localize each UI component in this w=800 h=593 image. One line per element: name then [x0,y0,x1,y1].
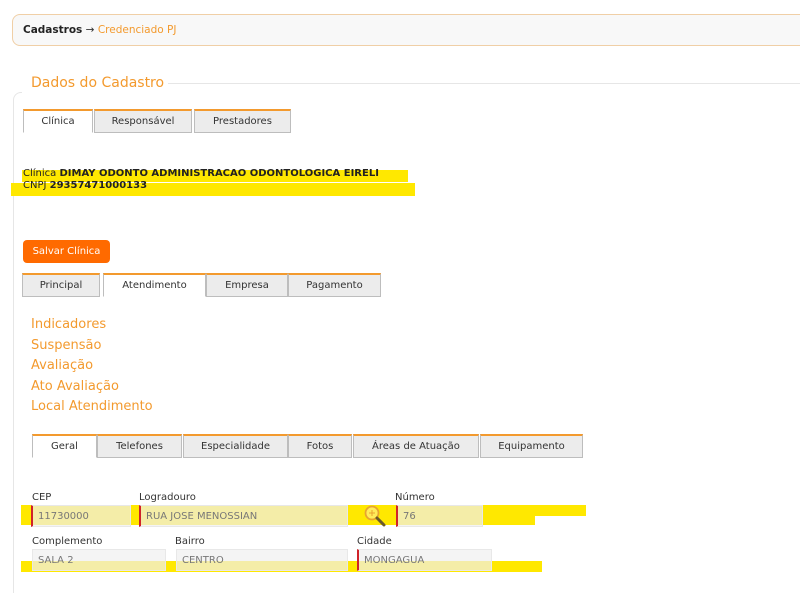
logradouro-label: Logradouro [139,492,196,503]
logradouro-input[interactable]: RUA JOSE MENOSSIAN [139,505,348,527]
tab-geral[interactable]: Geral [32,434,97,458]
tab-pagamento[interactable]: Pagamento [288,273,381,297]
clinic-name-line: Clínica DIMAY ODONTO ADMINISTRACAO ODONT… [23,168,379,179]
breadcrumb: Cadastros → Credenciado PJ [23,24,176,36]
cnpj-value: 29357471000133 [49,180,148,191]
bairro-input[interactable]: CENTRO [176,549,348,571]
search-icon[interactable] [363,504,387,528]
cidade-input[interactable]: MONGAGUA [357,549,492,571]
clinic-cnpj-line: CNPJ 29357471000133 [23,180,147,191]
breadcrumb-root[interactable]: Cadastros [23,24,82,36]
section-title: Dados do Cadastro [31,75,169,91]
complemento-label: Complemento [32,536,103,547]
clinic-name-label: Clínica [23,168,57,179]
link-ato-avaliacao[interactable]: Ato Avaliação [31,379,119,394]
link-indicadores[interactable]: Indicadores [31,317,106,332]
tab-areas-atuacao[interactable]: Áreas de Atuação [353,434,479,458]
tab-fotos[interactable]: Fotos [288,434,352,458]
tab-responsavel[interactable]: Responsável [94,109,192,133]
tab-prestadores[interactable]: Prestadores [194,109,291,133]
breadcrumb-separator: → [85,24,95,36]
numero-label: Número [395,492,435,503]
cidade-label: Cidade [357,536,392,547]
tab-especialidade[interactable]: Especialidade [183,434,288,458]
breadcrumb-current: Credenciado PJ [97,24,177,36]
tab-principal[interactable]: Principal [22,273,100,297]
tab-empresa[interactable]: Empresa [206,273,288,297]
link-local-atendimento[interactable]: Local Atendimento [31,399,153,414]
save-clinic-button[interactable]: Salvar Clínica [23,240,110,263]
tab-equipamento[interactable]: Equipamento [480,434,583,458]
tab-telefones[interactable]: Telefones [97,434,182,458]
fieldset-border-top [160,83,800,84]
bairro-label: Bairro [175,536,205,547]
cnpj-label: CNPJ [23,180,47,191]
tab-atendimento[interactable]: Atendimento [103,273,206,297]
link-avaliacao[interactable]: Avaliação [31,358,93,373]
clinic-name: DIMAY ODONTO ADMINISTRACAO ODONTOLOGICA … [59,168,379,179]
complemento-input[interactable]: SALA 2 [32,549,166,571]
numero-input[interactable]: 76 [396,505,483,527]
cep-label: CEP [32,492,52,503]
tab-clinica[interactable]: Clínica [23,109,93,133]
cep-input[interactable]: 11730000 [31,505,131,527]
link-suspensao[interactable]: Suspensão [31,338,101,353]
